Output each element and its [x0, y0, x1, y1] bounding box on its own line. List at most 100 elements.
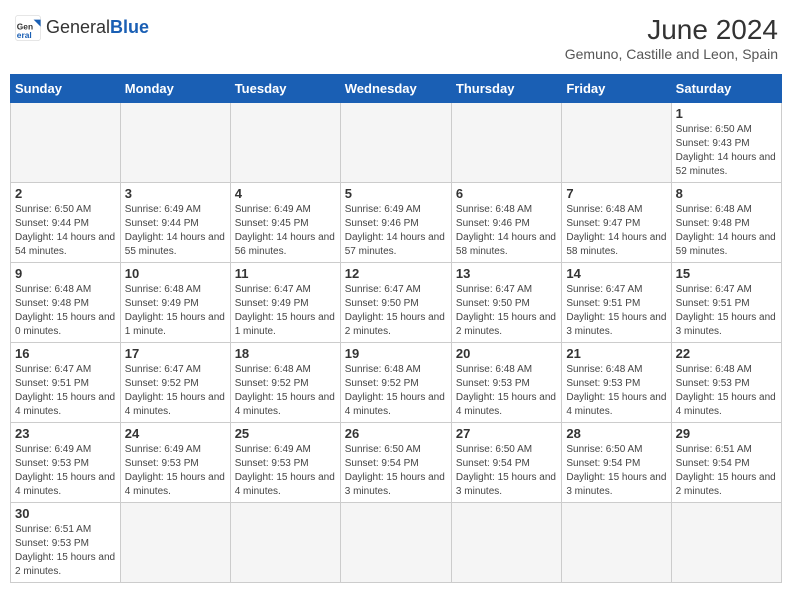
day-info: Sunrise: 6:49 AM Sunset: 9:45 PM Dayligh… — [235, 203, 336, 259]
day-info: Sunrise: 6:48 AM Sunset: 9:53 PM Dayligh… — [676, 363, 777, 419]
calendar-cell: 11Sunrise: 6:47 AM Sunset: 9:49 PM Dayli… — [230, 263, 340, 343]
calendar-week-row: 16Sunrise: 6:47 AM Sunset: 9:51 PM Dayli… — [11, 343, 782, 423]
calendar-cell: 24Sunrise: 6:49 AM Sunset: 9:53 PM Dayli… — [120, 423, 230, 503]
calendar-cell — [671, 503, 781, 583]
day-info: Sunrise: 6:48 AM Sunset: 9:53 PM Dayligh… — [456, 363, 557, 419]
day-info: Sunrise: 6:50 AM Sunset: 9:43 PM Dayligh… — [676, 123, 777, 179]
calendar-day-header: Sunday — [11, 75, 121, 103]
day-info: Sunrise: 6:49 AM Sunset: 9:53 PM Dayligh… — [15, 443, 116, 499]
day-info: Sunrise: 6:48 AM Sunset: 9:48 PM Dayligh… — [15, 283, 116, 339]
day-number: 24 — [125, 426, 226, 441]
calendar-cell — [451, 103, 561, 183]
calendar-week-row: 30Sunrise: 6:51 AM Sunset: 9:53 PM Dayli… — [11, 503, 782, 583]
calendar-cell: 12 Sunrise: 6:47 AM Sunset: 9:50 PM Dayli… — [340, 263, 451, 343]
day-info: Sunrise: 6:50 AM Sunset: 9:54 PM Dayligh… — [345, 443, 447, 499]
day-number: 8 — [676, 186, 777, 201]
calendar-cell — [451, 503, 561, 583]
calendar-cell: 22 Sunrise: 6:48 AM Sunset: 9:53 PM Dayli… — [671, 343, 781, 423]
calendar-cell: 19Sunrise: 6:48 AM Sunset: 9:52 PM Dayli… — [340, 343, 451, 423]
calendar-day-header: Friday — [562, 75, 671, 103]
day-number: 12 — [345, 266, 447, 281]
day-info: Sunrise: 6:47 AM Sunset: 9:51 PM Dayligh… — [566, 283, 666, 339]
day-number: 14 — [566, 266, 666, 281]
day-info: Sunrise: 6:47 AM Sunset: 9:52 PM Dayligh… — [125, 363, 226, 419]
day-info: Sunrise: 6:48 AM Sunset: 9:53 PM Dayligh… — [566, 363, 666, 419]
page-header: Gen eral GeneralBlue June 2024 Gemuno, C… — [10, 10, 782, 66]
day-number: 19 — [345, 346, 447, 361]
day-info: Sunrise: 6:47 AM Sunset: 9:51 PM Dayligh… — [676, 283, 777, 339]
svg-text:eral: eral — [17, 30, 32, 40]
day-info: Sunrise: 6:51 AM Sunset: 9:54 PM Dayligh… — [676, 443, 777, 499]
day-info: Sunrise: 6:48 AM Sunset: 9:47 PM Dayligh… — [566, 203, 666, 259]
calendar-cell — [120, 503, 230, 583]
location-title: Gemuno, Castille and Leon, Spain — [565, 46, 778, 62]
calendar-week-row: 9Sunrise: 6:48 AM Sunset: 9:48 PM Daylig… — [11, 263, 782, 343]
calendar-cell: 13 Sunrise: 6:47 AM Sunset: 9:50 PM Dayli… — [451, 263, 561, 343]
calendar-cell: 15 Sunrise: 6:47 AM Sunset: 9:51 PM Dayli… — [671, 263, 781, 343]
day-info: Sunrise: 6:48 AM Sunset: 9:46 PM Dayligh… — [456, 203, 557, 259]
calendar-cell: 16Sunrise: 6:47 AM Sunset: 9:51 PM Dayli… — [11, 343, 121, 423]
day-number: 3 — [125, 186, 226, 201]
calendar-cell — [230, 503, 340, 583]
day-number: 29 — [676, 426, 777, 441]
calendar-cell: 17 Sunrise: 6:47 AM Sunset: 9:52 PM Dayli… — [120, 343, 230, 423]
day-number: 16 — [15, 346, 116, 361]
calendar-cell: 23 Sunrise: 6:49 AM Sunset: 9:53 PM Dayli… — [11, 423, 121, 503]
calendar-cell — [11, 103, 121, 183]
calendar-cell: 26 Sunrise: 6:50 AM Sunset: 9:54 PM Dayli… — [340, 423, 451, 503]
calendar-cell: 2 Sunrise: 6:50 AM Sunset: 9:44 PM Daylig… — [11, 183, 121, 263]
calendar-cell: 1 Sunrise: 6:50 AM Sunset: 9:43 PM Daylig… — [671, 103, 781, 183]
day-number: 21 — [566, 346, 666, 361]
day-number: 23 — [15, 426, 116, 441]
day-info: Sunrise: 6:50 AM Sunset: 9:54 PM Dayligh… — [566, 443, 666, 499]
day-number: 7 — [566, 186, 666, 201]
calendar-cell — [340, 503, 451, 583]
day-number: 15 — [676, 266, 777, 281]
calendar-cell: 28 Sunrise: 6:50 AM Sunset: 9:54 PM Dayli… — [562, 423, 671, 503]
day-number: 26 — [345, 426, 447, 441]
day-number: 1 — [676, 106, 777, 121]
calendar-cell: 6 Sunrise: 6:48 AM Sunset: 9:46 PM Daylig… — [451, 183, 561, 263]
day-number: 4 — [235, 186, 336, 201]
logo-icon: Gen eral — [14, 14, 42, 42]
day-number: 22 — [676, 346, 777, 361]
day-info: Sunrise: 6:48 AM Sunset: 9:52 PM Dayligh… — [235, 363, 336, 419]
calendar-cell: 4 Sunrise: 6:49 AM Sunset: 9:45 PM Daylig… — [230, 183, 340, 263]
calendar-day-header: Tuesday — [230, 75, 340, 103]
day-number: 27 — [456, 426, 557, 441]
day-info: Sunrise: 6:49 AM Sunset: 9:44 PM Dayligh… — [125, 203, 226, 259]
day-number: 25 — [235, 426, 336, 441]
calendar-cell: 18Sunrise: 6:48 AM Sunset: 9:52 PM Dayli… — [230, 343, 340, 423]
calendar-day-header: Wednesday — [340, 75, 451, 103]
calendar-week-row: 2 Sunrise: 6:50 AM Sunset: 9:44 PM Daylig… — [11, 183, 782, 263]
calendar-cell — [340, 103, 451, 183]
day-number: 6 — [456, 186, 557, 201]
month-title: June 2024 — [565, 14, 778, 46]
day-info: Sunrise: 6:51 AM Sunset: 9:53 PM Dayligh… — [15, 523, 116, 579]
day-info: Sunrise: 6:50 AM Sunset: 9:44 PM Dayligh… — [15, 203, 116, 259]
day-number: 17 — [125, 346, 226, 361]
calendar-header-row: SundayMondayTuesdayWednesdayThursdayFrid… — [11, 75, 782, 103]
calendar-cell: 8Sunrise: 6:48 AM Sunset: 9:48 PM Daylig… — [671, 183, 781, 263]
title-area: June 2024 Gemuno, Castille and Leon, Spa… — [565, 14, 778, 62]
day-info: Sunrise: 6:47 AM Sunset: 9:50 PM Dayligh… — [345, 283, 447, 339]
day-number: 2 — [15, 186, 116, 201]
day-number: 13 — [456, 266, 557, 281]
calendar-cell — [562, 503, 671, 583]
calendar-cell: 21 Sunrise: 6:48 AM Sunset: 9:53 PM Dayli… — [562, 343, 671, 423]
day-info: Sunrise: 6:47 AM Sunset: 9:49 PM Dayligh… — [235, 283, 336, 339]
day-number: 20 — [456, 346, 557, 361]
calendar-cell: 9Sunrise: 6:48 AM Sunset: 9:48 PM Daylig… — [11, 263, 121, 343]
day-info: Sunrise: 6:49 AM Sunset: 9:53 PM Dayligh… — [235, 443, 336, 499]
calendar-cell: 20 Sunrise: 6:48 AM Sunset: 9:53 PM Dayli… — [451, 343, 561, 423]
calendar-cell: 10Sunrise: 6:48 AM Sunset: 9:49 PM Dayli… — [120, 263, 230, 343]
day-number: 28 — [566, 426, 666, 441]
calendar-cell: 3 Sunrise: 6:49 AM Sunset: 9:44 PM Daylig… — [120, 183, 230, 263]
calendar-cell: 7 Sunrise: 6:48 AM Sunset: 9:47 PM Daylig… — [562, 183, 671, 263]
calendar-cell: 14 Sunrise: 6:47 AM Sunset: 9:51 PM Dayli… — [562, 263, 671, 343]
calendar-week-row: 23 Sunrise: 6:49 AM Sunset: 9:53 PM Dayli… — [11, 423, 782, 503]
calendar-cell: 27Sunrise: 6:50 AM Sunset: 9:54 PM Dayli… — [451, 423, 561, 503]
calendar-day-header: Saturday — [671, 75, 781, 103]
day-info: Sunrise: 6:47 AM Sunset: 9:50 PM Dayligh… — [456, 283, 557, 339]
calendar-cell: 29 Sunrise: 6:51 AM Sunset: 9:54 PM Dayli… — [671, 423, 781, 503]
